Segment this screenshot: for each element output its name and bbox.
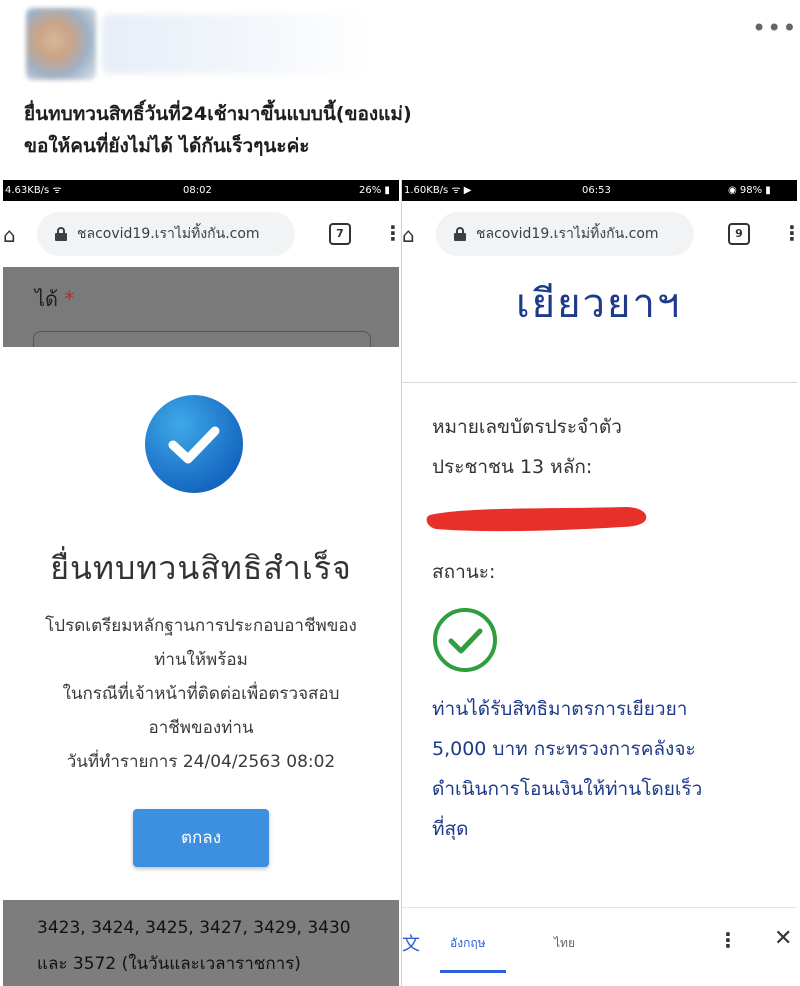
status-bar: 4.63KB/s ᯤ 08:02 26% ▮ <box>3 180 399 201</box>
home-icon[interactable]: ⌂ <box>3 223 16 247</box>
right-phone-screenshot[interactable]: 1.60KB/s ᯤ ▶ 06:53 ◉ 98% ▮ ⌂ ชลcovid19.เ… <box>401 180 797 986</box>
page-heading: เยียวยาฯ <box>516 281 682 327</box>
transaction-date: วันที่ทำรายการ 24/04/2563 08:02 <box>66 752 336 772</box>
address-bar[interactable]: ชลcovid19.เราไม่ทิ้งกัน.com <box>37 212 295 256</box>
dimmed-contact-info: 3423, 3424, 3425, 3427, 3429, 3430 และ 3… <box>3 900 399 986</box>
status-time: 06:53 <box>582 185 611 196</box>
status-time: 08:02 <box>183 185 212 196</box>
profile-avatar[interactable] <box>26 8 96 80</box>
redacted-id-number <box>426 507 647 532</box>
description-line: ในกรณีที่เจ้าหน้าที่ติดต่อเพื่อตรวจสอบ <box>62 684 340 704</box>
approved-check-icon <box>433 608 497 672</box>
post-text-line-2: ขอให้คนที่ยังไม่ได้ ได้กันเร็วๆนะค่ะ <box>24 135 310 157</box>
ok-button[interactable]: ตกลง <box>133 809 269 867</box>
status-label: สถานะ: <box>432 561 496 583</box>
tab-thai[interactable]: ไทย <box>554 934 575 953</box>
divider <box>402 382 797 383</box>
browser-menu-icon[interactable]: ⋮ <box>383 221 399 245</box>
blurred-profile-name[interactable] <box>102 14 372 74</box>
success-dialog: ยื่นทบทวนสิทธิสำเร็จ โปรดเตรียมหลักฐานกา… <box>3 347 399 900</box>
description-line: อาชีพของท่าน <box>148 718 254 738</box>
id-label-line: หมายเลขบัตรประจำตัว <box>432 416 622 438</box>
post-text: ยื่นทบทวนสิทธิ์วันที่24เช้ามาขึ้นแบบนี้(… <box>24 98 784 162</box>
network-speed: 1.60KB/s ᯤ ▶ <box>404 185 472 196</box>
battery-status: 26% ▮ <box>359 185 390 196</box>
tab-count-icon[interactable]: 9 <box>728 223 750 245</box>
approval-line: ดำเนินการโอนเงินให้ท่านโดยเร็ว <box>432 778 703 800</box>
left-phone-screenshot[interactable]: 4.63KB/s ᯤ 08:02 26% ▮ ⌂ ชลcovid19.เราไม… <box>3 180 399 986</box>
lock-icon <box>454 227 466 241</box>
contact-numbers-line: 3423, 3424, 3425, 3427, 3429, 3430 <box>37 918 351 938</box>
approval-line: ท่านได้รับสิทธิมาตรการเยียวยา <box>432 698 688 720</box>
status-check-page: เยียวยาฯ หมายเลขบัตรประจำตัว ประชาชน 13 … <box>402 267 797 907</box>
required-mark: * <box>64 287 75 311</box>
browser-menu-icon[interactable]: ⋮ <box>782 221 797 245</box>
url-text: ชลcovid19.เราไม่ทิ้งกัน.com <box>476 226 659 242</box>
approval-message: ท่านได้รับสิทธิมาตรการเยียวยา 5,000 บาท … <box>432 689 788 849</box>
battery-status: ◉ 98% ▮ <box>728 185 771 196</box>
tab-english[interactable]: อังกฤษ <box>450 934 486 953</box>
home-icon[interactable]: ⌂ <box>402 223 415 247</box>
description-line: โปรดเตรียมหลักฐานการประกอบอาชีพของ <box>45 616 357 636</box>
description-line: ท่านให้พร้อม <box>154 650 248 670</box>
browser-toolbar: ⌂ ชลcovid19.เราไม่ทิ้งกัน.com 9 ⋮ <box>402 201 797 267</box>
contact-hours-line: และ 3572 (ในวันและเวลาราชการ) <box>37 954 301 974</box>
url-text: ชลcovid19.เราไม่ทิ้งกัน.com <box>77 226 260 242</box>
id-label-line: ประชาชน 13 หลัก: <box>432 456 593 478</box>
lock-icon <box>55 227 67 241</box>
post-text-line-1: ยื่นทบทวนสิทธิ์วันที่24เช้ามาขึ้นแบบนี้(… <box>24 103 412 125</box>
success-description: โปรดเตรียมหลักฐานการประกอบอาชีพของ ท่านใ… <box>3 609 399 779</box>
translate-bar: 文 อังกฤษ ไทย ⋮ ✕ <box>402 907 797 986</box>
active-tab-indicator <box>440 970 506 973</box>
approval-line: ที่สุด <box>432 818 469 840</box>
dimmed-form-background: ได้ * <box>3 267 399 361</box>
success-check-icon <box>145 395 243 493</box>
network-speed: 4.63KB/s ᯤ <box>5 185 62 196</box>
close-icon[interactable]: ✕ <box>774 926 792 951</box>
status-bar: 1.60KB/s ᯤ ▶ 06:53 ◉ 98% ▮ <box>402 180 797 201</box>
success-title: ยื่นทบทวนสิทธิสำเร็จ <box>50 549 352 587</box>
approval-line: 5,000 บาท กระทรวงการคลังจะ <box>432 738 696 760</box>
form-field-label: ได้ * <box>35 287 75 311</box>
address-bar[interactable]: ชลcovid19.เราไม่ทิ้งกัน.com <box>436 212 694 256</box>
id-number-label: หมายเลขบัตรประจำตัว ประชาชน 13 หลัก: <box>432 407 622 487</box>
translate-menu-icon[interactable]: ⋮ <box>718 928 738 952</box>
browser-toolbar: ⌂ ชลcovid19.เราไม่ทิ้งกัน.com 7 ⋮ <box>3 201 399 267</box>
more-options-icon[interactable]: ••• <box>752 14 797 42</box>
translate-icon[interactable]: 文 <box>402 930 420 956</box>
tab-count-icon[interactable]: 7 <box>329 223 351 245</box>
